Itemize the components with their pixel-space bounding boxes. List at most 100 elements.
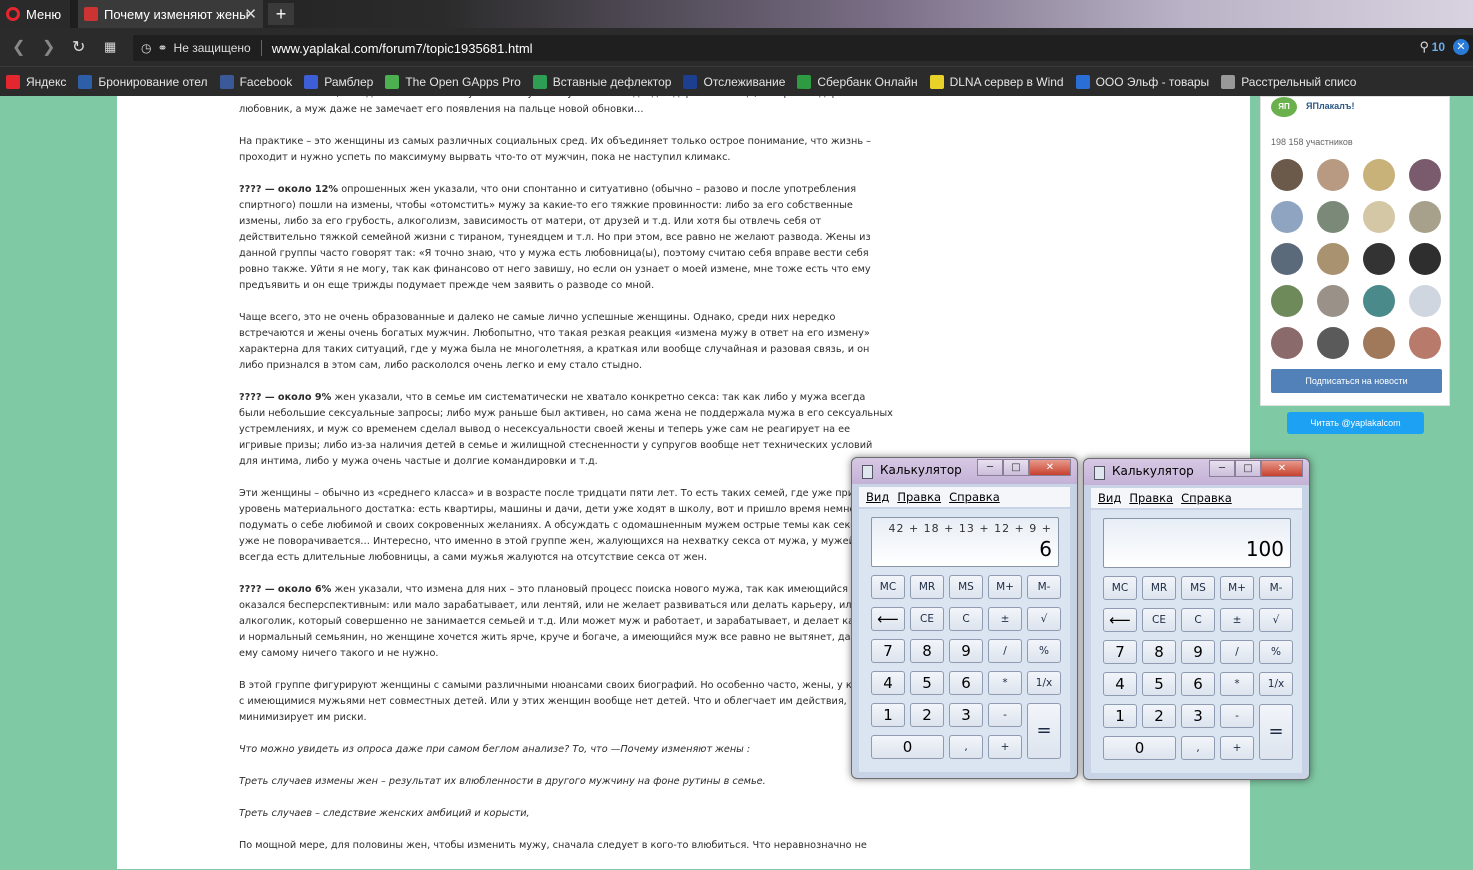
member-avatar[interactable] — [1317, 243, 1349, 275]
member-avatar[interactable] — [1271, 159, 1303, 191]
key-inv[interactable]: 1/x — [1259, 672, 1293, 696]
key-k8[interactable]: 8 — [1142, 640, 1176, 664]
key-add[interactable]: + — [988, 735, 1022, 759]
bookmark-item[interactable]: Бронирование отел — [78, 74, 208, 89]
key-k9[interactable]: 9 — [949, 639, 983, 663]
key-pct[interactable]: % — [1259, 640, 1293, 664]
maximize-button[interactable]: □ — [1003, 459, 1029, 476]
twitter-follow-button[interactable]: Читать @yaplakalcom — [1287, 412, 1424, 434]
key-k6[interactable]: 6 — [1181, 672, 1215, 696]
member-avatar[interactable] — [1409, 327, 1441, 359]
key-dot[interactable]: , — [949, 735, 983, 759]
key-eq[interactable]: = — [1259, 704, 1293, 760]
key-dot[interactable]: , — [1181, 736, 1215, 760]
member-avatar[interactable] — [1317, 159, 1349, 191]
close-icon[interactable]: ✕ — [1453, 39, 1469, 55]
group-logo[interactable]: ЯП — [1271, 97, 1297, 117]
key-back[interactable]: ⟵ — [871, 607, 905, 631]
key-mul[interactable]: * — [988, 671, 1022, 695]
member-avatar[interactable] — [1317, 285, 1349, 317]
key-inv[interactable]: 1/x — [1027, 671, 1061, 695]
key-k2[interactable]: 2 — [1142, 704, 1176, 728]
speed-dial-icon[interactable]: ▦ — [104, 39, 116, 55]
member-avatar[interactable] — [1363, 327, 1395, 359]
key-k6[interactable]: 6 — [949, 671, 983, 695]
bookmark-item[interactable]: DLNA сервер в Wind — [929, 74, 1064, 89]
key-mminus[interactable]: M- — [1259, 576, 1293, 600]
member-avatar[interactable] — [1363, 285, 1395, 317]
member-avatar[interactable] — [1363, 243, 1395, 275]
key-pct[interactable]: % — [1027, 639, 1061, 663]
key-back[interactable]: ⟵ — [1103, 608, 1137, 632]
member-avatar[interactable] — [1271, 285, 1303, 317]
member-avatar[interactable] — [1409, 159, 1441, 191]
key-k2[interactable]: 2 — [910, 703, 944, 727]
key-pm[interactable]: ± — [1220, 608, 1254, 632]
member-avatar[interactable] — [1409, 243, 1441, 275]
key-k5[interactable]: 5 — [910, 671, 944, 695]
minimize-button[interactable]: ─ — [1209, 460, 1235, 477]
key-pm[interactable]: ± — [988, 607, 1022, 631]
key-mr[interactable]: MR — [1142, 576, 1176, 600]
key-c[interactable]: C — [1181, 608, 1215, 632]
key-ms[interactable]: MS — [1181, 576, 1215, 600]
key-sub[interactable]: - — [1220, 704, 1254, 728]
key-k9[interactable]: 9 — [1181, 640, 1215, 664]
key-k0[interactable]: 0 — [871, 735, 944, 759]
key-k3[interactable]: 3 — [949, 703, 983, 727]
minimize-button[interactable]: ─ — [977, 459, 1003, 476]
key-div[interactable]: / — [1220, 640, 1254, 664]
key-eq[interactable]: = — [1027, 703, 1061, 759]
key-mc[interactable]: MC — [1103, 576, 1137, 600]
forward-icon[interactable]: ❯ — [42, 37, 55, 57]
key-sub[interactable]: - — [988, 703, 1022, 727]
close-button[interactable]: ✕ — [1029, 459, 1071, 476]
key-k7[interactable]: 7 — [1103, 640, 1137, 664]
key-k4[interactable]: 4 — [1103, 672, 1137, 696]
url-text[interactable]: www.yaplakal.com/forum7/topic1935681.htm… — [272, 41, 533, 56]
subscribe-button[interactable]: Подписаться на новости — [1271, 369, 1442, 393]
key-sqrt[interactable]: √ — [1259, 608, 1293, 632]
key-mminus[interactable]: M- — [1027, 575, 1061, 599]
member-avatar[interactable] — [1363, 201, 1395, 233]
member-avatar[interactable] — [1317, 327, 1349, 359]
key-k0[interactable]: 0 — [1103, 736, 1176, 760]
key-k4[interactable]: 4 — [871, 671, 905, 695]
maximize-button[interactable]: □ — [1235, 460, 1261, 477]
key-k7[interactable]: 7 — [871, 639, 905, 663]
calculator-window-2[interactable]: Калькулятор ─ □ ✕ Вид Правка Справка 100… — [1083, 458, 1310, 780]
tab-close-icon[interactable]: ✕ — [244, 5, 257, 23]
menu-view[interactable]: Вид — [866, 490, 889, 504]
key-div[interactable]: / — [988, 639, 1022, 663]
member-avatar[interactable] — [1409, 201, 1441, 233]
key-sqrt[interactable]: √ — [1027, 607, 1061, 631]
bookmark-item[interactable]: Расстрельный списо — [1221, 74, 1356, 89]
menu-edit[interactable]: Правка — [1129, 491, 1173, 505]
bookmark-item[interactable]: Яндекс — [6, 74, 66, 89]
key-mul[interactable]: * — [1220, 672, 1254, 696]
member-avatar[interactable] — [1271, 243, 1303, 275]
address-field[interactable]: ◷ ⚭ Не защищено www.yaplakal.com/forum7/… — [133, 35, 1473, 61]
member-avatar[interactable] — [1409, 285, 1441, 317]
close-button[interactable]: ✕ — [1261, 460, 1303, 477]
key-ce[interactable]: CE — [910, 607, 944, 631]
menu-view[interactable]: Вид — [1098, 491, 1121, 505]
key-mc[interactable]: MC — [871, 575, 905, 599]
key-ms[interactable]: MS — [949, 575, 983, 599]
bookmark-item[interactable]: ООО Эльф - товары — [1075, 74, 1209, 89]
key-mplus[interactable]: M+ — [988, 575, 1022, 599]
key-k1[interactable]: 1 — [1103, 704, 1137, 728]
member-avatar[interactable] — [1271, 327, 1303, 359]
reload-icon[interactable]: ↻ — [72, 37, 85, 57]
key-mr[interactable]: MR — [910, 575, 944, 599]
key-k8[interactable]: 8 — [910, 639, 944, 663]
window-titlebar[interactable]: Калькулятор ─ □ ✕ — [852, 458, 1077, 484]
member-avatar[interactable] — [1317, 201, 1349, 233]
search-icon[interactable]: ⚲ — [1419, 39, 1429, 55]
opera-menu-button[interactable]: Меню — [0, 0, 70, 28]
key-c[interactable]: C — [949, 607, 983, 631]
menu-edit[interactable]: Правка — [897, 490, 941, 504]
security-label[interactable]: Не защищено — [174, 41, 251, 55]
key-k3[interactable]: 3 — [1181, 704, 1215, 728]
back-icon[interactable]: ❮ — [12, 37, 25, 57]
